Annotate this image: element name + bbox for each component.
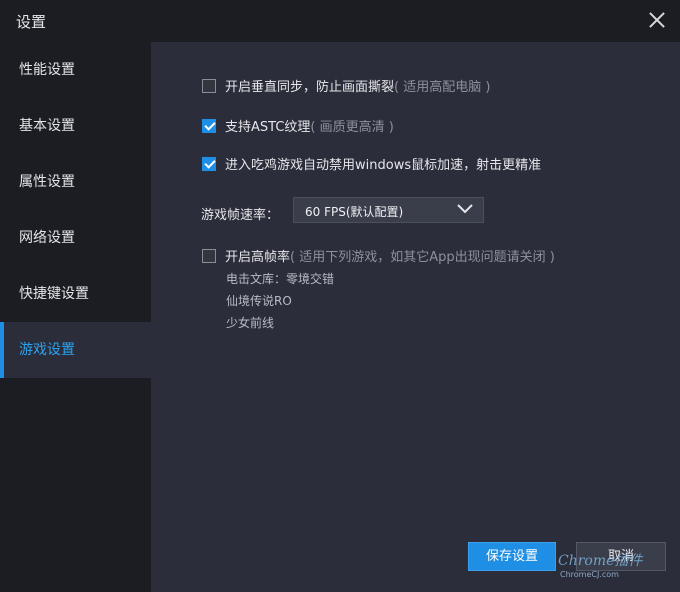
high-fps-label: 开启高帧率	[225, 250, 291, 265]
fps-select[interactable]: 60 FPS(默认配置)	[293, 197, 484, 223]
mouse-accel-option: 进入吃鸡游戏自动禁用windows鼠标加速，射击更精准	[202, 154, 541, 173]
close-icon[interactable]	[646, 9, 668, 31]
high-fps-game-list: 电击文库：零境交错 仙境传说RO 少女前线	[226, 268, 334, 334]
save-button[interactable]: 保存设置	[468, 542, 556, 571]
settings-window: 设置 性能设置 基本设置 属性设置 网络设置 快捷键设置 游戏设置 开启垂直同步…	[0, 0, 680, 592]
window-title: 设置	[16, 13, 47, 31]
list-item: 少女前线	[226, 316, 275, 330]
sidebar-item-properties[interactable]: 属性设置	[0, 154, 151, 210]
sidebar-item-shortcuts[interactable]: 快捷键设置	[0, 266, 151, 322]
high-fps-option: 开启高帧率( 适用下列游戏，如其它App出现问题请关闭 )	[202, 246, 555, 265]
astc-hint: ( 画质更高清 )	[310, 120, 394, 135]
fps-label: 游戏帧速率：	[201, 208, 280, 223]
game-settings-panel: 开启垂直同步，防止画面撕裂( 适用高配电脑 ) 支持ASTC纹理( 画质更高清 …	[151, 42, 680, 592]
title-bar: 设置	[0, 0, 680, 42]
vsync-option: 开启垂直同步，防止画面撕裂( 适用高配电脑 )	[202, 76, 490, 95]
sidebar-item-label: 基本设置	[19, 118, 75, 134]
chevron-down-icon	[457, 204, 473, 214]
vsync-hint: ( 适用高配电脑 )	[394, 80, 491, 95]
sidebar-item-basic[interactable]: 基本设置	[0, 98, 151, 154]
watermark-line2: ChromeCJ.com	[560, 570, 619, 579]
list-item: 仙境传说RO	[226, 294, 292, 308]
high-fps-hint: ( 适用下列游戏，如其它App出现问题请关闭 )	[290, 250, 555, 265]
vsync-checkbox[interactable]	[202, 78, 216, 93]
astc-checkbox[interactable]	[202, 118, 216, 133]
sidebar-item-label: 快捷键设置	[19, 286, 89, 302]
astc-option: 支持ASTC纹理( 画质更高清 )	[202, 116, 394, 135]
vsync-label: 开启垂直同步，防止画面撕裂	[225, 80, 395, 95]
sidebar-item-label: 属性设置	[19, 174, 75, 190]
sidebar-item-label: 网络设置	[19, 230, 75, 246]
watermark-line1: Chrome插件	[558, 553, 643, 569]
sidebar-item-performance[interactable]: 性能设置	[0, 42, 151, 98]
astc-label: 支持ASTC纹理	[225, 120, 311, 135]
watermark-logo: Chrome插件 ChromeCJ.com	[558, 553, 643, 579]
sidebar-item-network[interactable]: 网络设置	[0, 210, 151, 266]
mouse-accel-label: 进入吃鸡游戏自动禁用windows鼠标加速，射击更精准	[225, 158, 542, 173]
sidebar-item-game[interactable]: 游戏设置	[0, 322, 151, 378]
list-item: 电击文库：零境交错	[226, 272, 335, 286]
fps-selected-value: 60 FPS(默认配置)	[305, 205, 404, 219]
mouse-accel-checkbox[interactable]	[202, 156, 216, 171]
sidebar-item-label: 性能设置	[19, 62, 75, 78]
sidebar-item-label: 游戏设置	[19, 342, 75, 358]
sidebar: 性能设置 基本设置 属性设置 网络设置 快捷键设置 游戏设置	[0, 42, 151, 592]
high-fps-checkbox[interactable]	[202, 248, 216, 263]
